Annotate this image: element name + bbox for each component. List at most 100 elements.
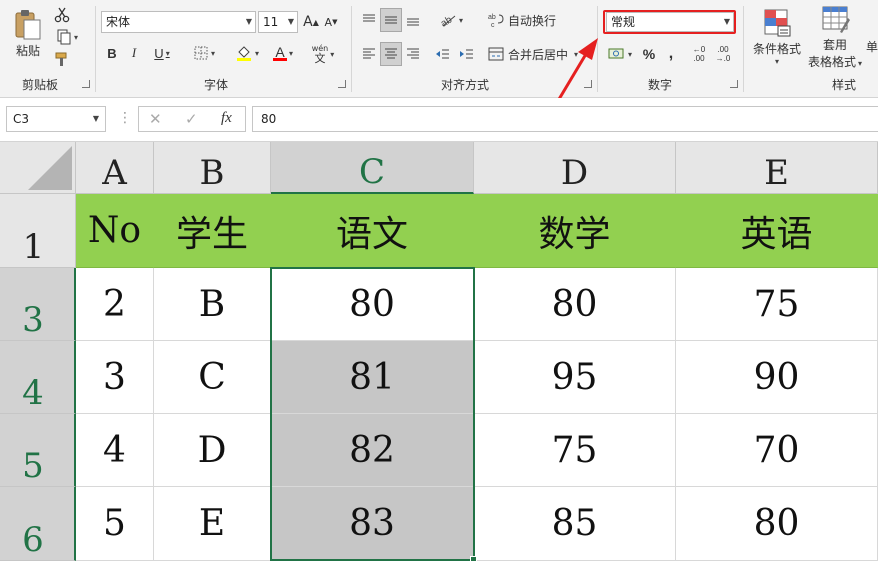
shrink-font-button[interactable]: A ▼ bbox=[322, 11, 340, 33]
cell-c6[interactable]: 83 bbox=[271, 487, 474, 561]
alignment-group-label: 对齐方式 bbox=[440, 78, 489, 92]
formula-value: 80 bbox=[261, 112, 277, 126]
align-left-button[interactable] bbox=[358, 42, 380, 66]
cell-c4[interactable]: 81 bbox=[271, 341, 474, 414]
insert-function-button[interactable]: fx bbox=[221, 110, 232, 127]
align-left-icon bbox=[363, 48, 375, 59]
cell-e3[interactable]: 75 bbox=[676, 268, 878, 341]
worksheet-grid: A B C D E 1 No 学生 语文 数学 英语 3 2 B 80 80 75 4 3 C 81 95 90 5 4 D 82 7… bbox=[0, 142, 878, 561]
paste-icon bbox=[15, 9, 41, 39]
row-header-1[interactable]: 1 bbox=[0, 194, 76, 268]
cell-c1[interactable]: 语文 bbox=[271, 194, 474, 268]
column-header-b[interactable]: B bbox=[154, 142, 271, 194]
cell-e4[interactable]: 90 bbox=[676, 341, 878, 414]
merge-center-button[interactable]: 合并后居中 ▾ bbox=[488, 42, 586, 66]
cut-button[interactable] bbox=[52, 6, 72, 24]
font-dialog-launcher[interactable] bbox=[338, 80, 346, 88]
borders-button[interactable]: ▾ bbox=[188, 42, 220, 64]
cell-a4[interactable]: 3 bbox=[76, 341, 154, 414]
cell-c3[interactable]: 80 bbox=[271, 268, 474, 341]
cell-styles-button[interactable]: 单 bbox=[866, 36, 878, 56]
font-size-value: 11 bbox=[263, 15, 279, 29]
cell-a5[interactable]: 4 bbox=[76, 414, 154, 487]
font-color-button[interactable]: A ▾ bbox=[266, 42, 300, 64]
column-header-a[interactable]: A bbox=[76, 142, 154, 194]
formula-bar-resize-handle[interactable]: ⋮ bbox=[118, 110, 132, 126]
cell-d1[interactable]: 数学 bbox=[474, 194, 676, 268]
format-as-table-label-1: 套用 bbox=[822, 38, 847, 52]
copy-dropdown-caret[interactable]: ▾ bbox=[74, 33, 78, 42]
cell-a1[interactable]: No bbox=[76, 194, 154, 268]
cell-b5[interactable]: D bbox=[154, 414, 271, 487]
borders-icon bbox=[194, 46, 208, 60]
cell-a6[interactable]: 5 bbox=[76, 487, 154, 561]
phonetic-guide-button[interactable]: wén 文 ▾ bbox=[306, 42, 340, 66]
row-header-5[interactable]: 5 bbox=[0, 414, 76, 487]
paste-button[interactable]: 粘贴 bbox=[8, 4, 48, 62]
formula-input[interactable]: 80 bbox=[252, 106, 878, 132]
align-right-button[interactable] bbox=[402, 42, 424, 66]
name-box-value: C3 bbox=[13, 112, 30, 126]
format-painter-button[interactable] bbox=[52, 50, 72, 68]
enter-icon[interactable]: ✓ bbox=[185, 110, 198, 128]
cell-e1[interactable]: 英语 bbox=[676, 194, 878, 268]
font-size-combo[interactable]: 11 ▼ bbox=[258, 11, 298, 33]
decrease-decimal-button[interactable]: .00 →.0 bbox=[712, 42, 734, 66]
comma-style-button[interactable]: , bbox=[660, 42, 682, 66]
conditional-formatting-button[interactable]: 条件格式 ▾ bbox=[750, 4, 804, 70]
row-header-6[interactable]: 6 bbox=[0, 487, 76, 561]
bold-button[interactable]: B bbox=[102, 42, 122, 64]
currency-icon bbox=[608, 48, 624, 59]
fill-handle[interactable] bbox=[470, 556, 477, 561]
align-center-button[interactable] bbox=[380, 42, 402, 66]
increase-decimal-button[interactable]: ←0 .00 bbox=[688, 42, 710, 66]
align-bottom-icon bbox=[407, 18, 419, 26]
underline-button[interactable]: U ▾ bbox=[146, 42, 178, 64]
align-middle-icon bbox=[385, 16, 397, 24]
select-all-button[interactable] bbox=[0, 142, 76, 194]
align-middle-button[interactable] bbox=[380, 8, 402, 32]
increase-indent-button[interactable] bbox=[456, 42, 478, 66]
grow-font-button[interactable]: A ▲ bbox=[302, 11, 320, 33]
cell-c5[interactable]: 82 bbox=[271, 414, 474, 487]
cell-e6[interactable]: 80 bbox=[676, 487, 878, 561]
chevron-down-icon: ▼ bbox=[92, 114, 99, 123]
percent-style-button[interactable]: % bbox=[638, 42, 660, 66]
phonetic-icon: wén 文 bbox=[312, 44, 329, 64]
italic-button[interactable]: I bbox=[124, 42, 144, 64]
wrap-text-label: 自动换行 bbox=[508, 13, 557, 28]
accounting-format-button[interactable]: ▾ bbox=[604, 42, 636, 66]
fill-color-button[interactable]: ▾ bbox=[230, 42, 264, 64]
orientation-button[interactable]: ab ▾ bbox=[434, 8, 468, 32]
format-as-table-button[interactable]: 套用 表格格式 ▾ bbox=[806, 4, 864, 70]
cell-d6[interactable]: 85 bbox=[474, 487, 676, 561]
name-box[interactable]: C3 ▼ bbox=[6, 106, 106, 132]
cell-b4[interactable]: C bbox=[154, 341, 271, 414]
cell-d3[interactable]: 80 bbox=[474, 268, 676, 341]
copy-button[interactable]: ▾ bbox=[52, 28, 82, 46]
align-bottom-button[interactable] bbox=[402, 8, 424, 32]
decrease-indent-button[interactable] bbox=[432, 42, 454, 66]
cell-d4[interactable]: 95 bbox=[474, 341, 676, 414]
clipboard-dialog-launcher[interactable] bbox=[82, 80, 90, 88]
number-dialog-launcher[interactable] bbox=[730, 80, 738, 88]
cell-a3[interactable]: 2 bbox=[76, 268, 154, 341]
row-header-3[interactable]: 3 bbox=[0, 268, 76, 341]
font-color-letter: A bbox=[275, 43, 285, 60]
column-header-e[interactable]: E bbox=[676, 142, 878, 194]
row-header-4[interactable]: 4 bbox=[0, 341, 76, 414]
svg-text:ab: ab bbox=[488, 14, 496, 21]
cell-e5[interactable]: 70 bbox=[676, 414, 878, 487]
alignment-dialog-launcher[interactable] bbox=[584, 80, 592, 88]
font-name-combo[interactable]: 宋体 ▼ bbox=[101, 11, 256, 33]
column-header-d[interactable]: D bbox=[474, 142, 676, 194]
format-as-table-icon bbox=[822, 6, 850, 33]
cell-b3[interactable]: B bbox=[154, 268, 271, 341]
cell-d5[interactable]: 75 bbox=[474, 414, 676, 487]
wrap-text-button[interactable]: ab c 自动换行 bbox=[488, 8, 560, 32]
cell-b6[interactable]: E bbox=[154, 487, 271, 561]
column-header-c[interactable]: C bbox=[271, 142, 474, 194]
align-top-button[interactable] bbox=[358, 8, 380, 32]
cancel-icon[interactable]: ✕ bbox=[149, 110, 162, 128]
cell-b1[interactable]: 学生 bbox=[154, 194, 271, 268]
